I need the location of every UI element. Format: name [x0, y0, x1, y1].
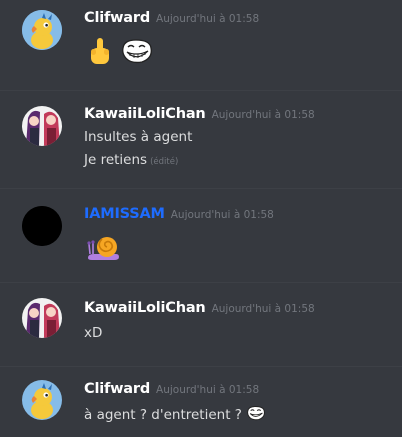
- timestamp[interactable]: Aujourd'hui à 01:58: [212, 303, 315, 315]
- message-text: Je retiens (édité): [84, 152, 178, 168]
- message-divider: [0, 90, 402, 91]
- timestamp[interactable]: Aujourd'hui à 01:58: [212, 109, 315, 121]
- message-group: KawaiiLoliChan Aujourd'hui à 01:58 xD: [0, 292, 402, 362]
- parrot-avatar-icon: [22, 380, 62, 420]
- message-content: à agent ? d'entretient ?: [84, 407, 242, 423]
- avatar-iamissam[interactable]: [22, 206, 62, 246]
- avatar-clifward[interactable]: [22, 10, 62, 50]
- timestamp[interactable]: Aujourd'hui à 01:58: [171, 209, 274, 221]
- message-content: Insultes à agent: [84, 129, 193, 145]
- message-text: xD: [84, 325, 102, 341]
- parrot-avatar-icon: [22, 10, 62, 50]
- message-content: xD: [84, 325, 103, 341]
- anime-girls-avatar-icon: [22, 298, 62, 338]
- trollface-emoji-icon[interactable]: [246, 405, 266, 425]
- message-divider: [0, 282, 402, 283]
- trollface-emoji-icon[interactable]: [120, 38, 154, 68]
- anime-girls-avatar-icon: [22, 106, 62, 146]
- timestamp[interactable]: Aujourd'hui à 01:58: [156, 384, 259, 396]
- avatar-clifward[interactable]: [22, 380, 62, 420]
- message-divider: [0, 366, 402, 367]
- black-circle-avatar-icon: [22, 206, 62, 246]
- edited-label: (édité): [150, 157, 179, 167]
- message-text: Insultes à agent: [84, 129, 192, 145]
- middle-finger-emoji-icon[interactable]: [87, 36, 113, 70]
- avatar-kawaiilolichan[interactable]: [22, 298, 62, 338]
- username[interactable]: KawaiiLoliChan: [84, 106, 206, 122]
- message-group: Clifward Aujourd'hui à 01:58 à agent ? d…: [0, 374, 402, 437]
- username[interactable]: IAMISSAM: [84, 206, 165, 222]
- message-content: Je retiens: [84, 152, 148, 168]
- username[interactable]: Clifward: [84, 381, 150, 397]
- timestamp[interactable]: Aujourd'hui à 01:58: [156, 13, 259, 25]
- username[interactable]: KawaiiLoliChan: [84, 300, 206, 316]
- snail-emoji-icon[interactable]: [86, 232, 120, 266]
- message-divider: [0, 188, 402, 189]
- avatar-kawaiilolichan[interactable]: [22, 106, 62, 146]
- message-group: IAMISSAM Aujourd'hui à 01:58: [0, 196, 402, 276]
- username[interactable]: Clifward: [84, 10, 150, 26]
- message-text: à agent ? d'entretient ?: [84, 405, 266, 425]
- message-group: KawaiiLoliChan Aujourd'hui à 01:58 Insul…: [0, 98, 402, 188]
- message-group: Clifward Aujourd'hui à 01:58: [0, 0, 402, 80]
